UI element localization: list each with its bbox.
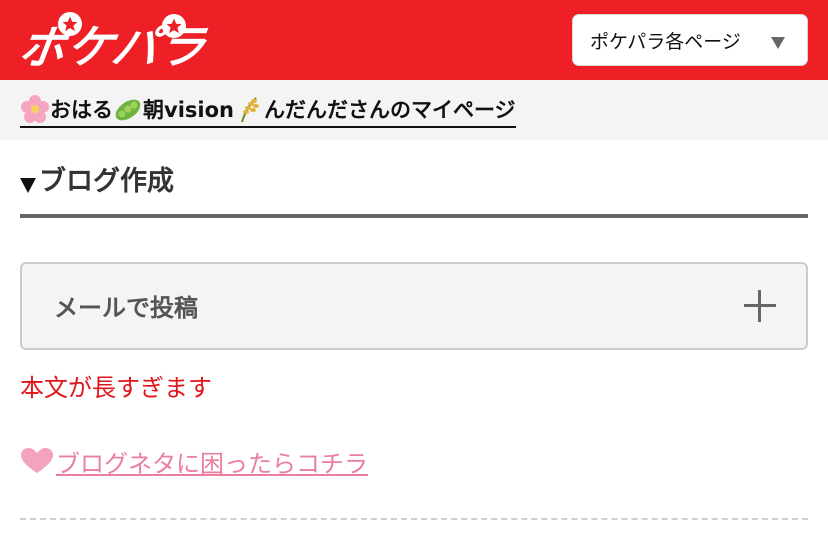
user-name-part1: おはる bbox=[50, 98, 113, 122]
blog-tips-link[interactable]: ブログネタに困ったらコチラ bbox=[56, 444, 368, 479]
user-name-part2: 朝vision bbox=[143, 98, 234, 122]
heart-icon bbox=[21, 448, 53, 473]
page-title: ブログ作成 bbox=[39, 166, 174, 197]
user-bar: おはる 朝vision んだんださんのマイページ bbox=[0, 80, 828, 140]
chevron-down-icon bbox=[771, 37, 785, 49]
blog-tips: ブログネタに困ったらコチラ bbox=[20, 444, 368, 478]
edamame-icon bbox=[115, 99, 141, 121]
plus-icon bbox=[744, 290, 776, 322]
star-icon bbox=[162, 14, 186, 38]
page-menu-label: ポケパラ各ページ bbox=[590, 30, 741, 53]
divider bbox=[20, 518, 808, 520]
mail-post-label: メールで投稿 bbox=[54, 294, 198, 322]
mypage-link[interactable]: おはる 朝vision んだんださんのマイページ bbox=[20, 94, 516, 128]
error-message: 本文が長すぎます bbox=[20, 374, 212, 402]
star-icon bbox=[58, 12, 82, 36]
triangle-down-icon bbox=[20, 178, 36, 193]
cherry-blossom-icon bbox=[21, 95, 49, 123]
rice-icon bbox=[241, 97, 259, 123]
mail-post-accordion[interactable]: メールで投稿 bbox=[20, 262, 808, 350]
user-name-part3: んだんださんのマイページ bbox=[263, 98, 516, 122]
pokepara-logo[interactable]: ポケパラ bbox=[16, 12, 210, 74]
page-menu-dropdown[interactable]: ポケパラ各ページ bbox=[572, 14, 808, 66]
site-header: ポケパラ ポケパラ各ページ bbox=[0, 0, 828, 80]
section-header: ブログ作成 bbox=[20, 162, 808, 218]
